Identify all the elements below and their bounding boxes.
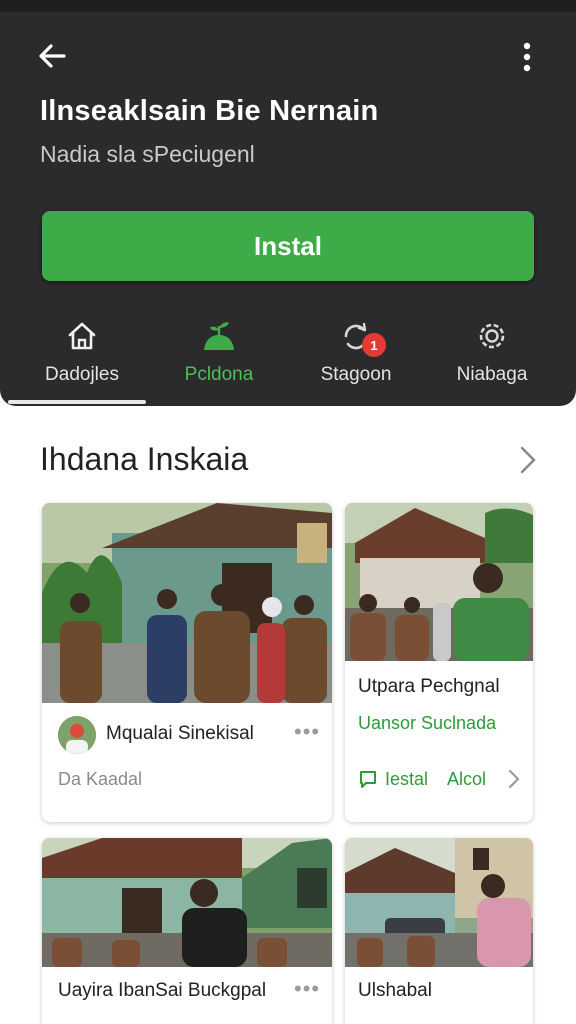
tab-pcldona[interactable]: Pcldona [147, 302, 291, 406]
tab-stagoon[interactable]: 1 Stagoon [284, 302, 428, 406]
app-header: Ilnseaklsain Bie Nernain Nadia sla sPeci… [0, 0, 576, 406]
card-photo [345, 838, 533, 967]
chevron-right-icon[interactable] [512, 442, 544, 478]
settings-icon [479, 323, 505, 349]
tab-label: Dadojles [45, 364, 119, 385]
tab-label: Niabaga [456, 364, 528, 385]
card-photo [345, 503, 533, 661]
avatar [58, 716, 96, 754]
card-photo [42, 838, 332, 967]
selected-tab-indicator [8, 400, 146, 404]
more-options-icon[interactable] [510, 40, 544, 74]
card-title: Utpara Pechgnal [358, 676, 500, 697]
more-options-icon[interactable]: ••• [294, 719, 320, 745]
home-icon [68, 322, 96, 350]
card-meta: Da Kaadal [58, 769, 143, 789]
tab-bar: Dadojles Pcldona 1 Stagoon Niabaga [0, 302, 576, 406]
card-title: Mqualai Sinekisal [106, 723, 254, 744]
app-title: Ilnseaklsain Bie Nernain [40, 95, 379, 127]
section-title: Ihdana Inskaia [40, 441, 249, 477]
card-title: Uayira IbanSai Buckgpal [58, 980, 267, 1001]
card-action-alcol[interactable]: Alcol [447, 769, 486, 790]
tab-niabaga[interactable]: Niabaga [420, 302, 564, 406]
content-card[interactable]: Ulshabal [345, 838, 533, 1024]
comment-icon [360, 771, 376, 788]
install-button[interactable]: Instal [42, 211, 534, 281]
back-arrow-icon[interactable] [34, 38, 70, 74]
notification-badge: 1 [362, 333, 386, 357]
content-card[interactable]: Uayira IbanSai Buckgpal ••• [42, 838, 332, 1024]
card-title: Ulshabal [358, 980, 432, 1001]
plant-icon [204, 322, 234, 350]
card-subtitle: Uansor Suclnada [358, 713, 497, 733]
card-photo [42, 503, 332, 703]
content-card[interactable]: Utpara Pechgnal Uansor Suclnada Iestal A… [345, 503, 533, 822]
chevron-right-icon[interactable] [507, 768, 521, 790]
tab-label: Pcldona [184, 364, 254, 385]
tab-label: Stagoon [320, 364, 392, 385]
tab-dadojles[interactable]: Dadojles [10, 302, 154, 406]
more-options-icon[interactable]: ••• [294, 976, 320, 1002]
content-card[interactable]: Mqualai Sinekisal ••• Da Kaadal [42, 503, 332, 822]
status-bar [0, 0, 576, 12]
app-subtitle: Nadia sla sPeciugenl [40, 141, 255, 167]
card-action-install[interactable]: Iestal [385, 769, 428, 790]
